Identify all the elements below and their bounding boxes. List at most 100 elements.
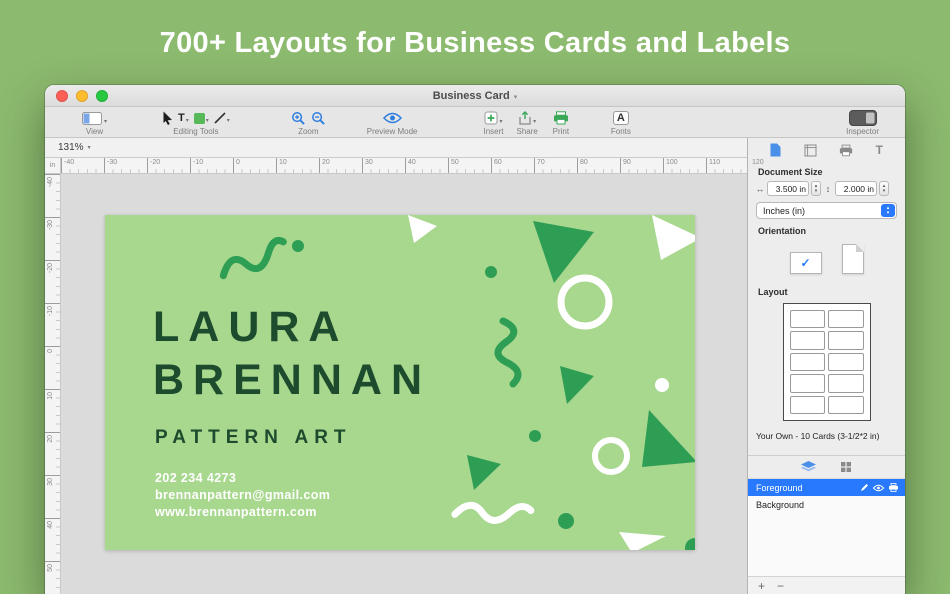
canvas[interactable]: LAURA BRENNAN PATTERN ART 202 234 4273 b… [61,174,747,594]
layer-name: Background [756,500,899,510]
margins-icon [804,144,817,157]
add-layer-button[interactable]: + [758,580,765,592]
zoom-bar: 131% ▾ [45,138,747,158]
card-tagline[interactable]: PATTERN ART [155,427,352,449]
vertical-ruler: -40-30-20-1001020304050 [45,174,61,594]
share-button[interactable]: ▾ [517,111,537,125]
layer-row-icons [860,483,899,492]
insert-button[interactable]: ▾ [483,111,503,125]
ruler-label: 0 [47,349,54,353]
toolbar-group-print: Print [552,110,570,136]
fullscreen-button[interactable] [96,90,108,102]
height-icon: ↕ [823,184,833,194]
print-button[interactable] [552,111,570,125]
edit-icon[interactable] [860,483,869,492]
height-field[interactable]: 2.000 in [835,181,877,196]
titlebar[interactable]: Business Card ▾ [45,85,905,107]
toolbar-group-zoom: Zoom [290,110,327,136]
orientation-portrait[interactable] [842,244,864,274]
layer-name: Foreground [756,483,860,493]
line-tool-icon [214,112,226,124]
chevron-down-icon: ▾ [533,119,536,125]
layers-list: Foreground Background [748,478,905,513]
layout-cell [790,353,826,371]
ruler-label: -10 [193,159,203,166]
ruler-label: -30 [47,220,54,230]
fonts-icon: A [613,111,629,125]
card-contact[interactable]: 202 234 4273 brennanpattern@gmail.com ww… [155,470,330,521]
width-icon: ↔ [755,184,765,194]
layer-row-background[interactable]: Background [748,496,905,513]
preview-mode-button[interactable] [382,112,403,124]
traffic-lights [56,90,108,102]
chevron-down-icon[interactable]: ▾ [88,145,91,151]
inspector-panel: T Document Size ↔ 3.500 in ▴▾ ↕ 2.000 in… [747,138,905,594]
toolbar-label-print: Print [553,127,569,136]
text-tool-button[interactable]: T ▾ [177,112,190,124]
orientation-landscape[interactable]: ✓ [790,252,822,274]
layout-cell [828,310,864,328]
window-title: Business Card [433,90,510,102]
tab-print[interactable] [839,144,853,157]
ruler-label: 90 [623,159,631,166]
width-field[interactable]: 3.500 in [767,181,809,196]
ruler-label: 50 [47,564,54,572]
tab-grid[interactable] [840,461,852,473]
visibility-icon[interactable] [873,484,884,492]
card-name[interactable]: LAURA BRENNAN [153,301,431,407]
orientation-row: ✓ [748,240,905,282]
ruler-label: -40 [47,177,54,187]
inspector-toggle-button[interactable] [848,110,878,126]
business-card[interactable]: LAURA BRENNAN PATTERN ART 202 234 4273 b… [105,215,695,550]
layout-cell [828,353,864,371]
layout-preview[interactable] [783,303,871,421]
select-tool-button[interactable] [161,111,174,125]
layout-label: Layout [748,282,905,301]
close-button[interactable] [56,90,68,102]
layout-cell [828,331,864,349]
layout-caption: Your Own - 10 Cards (3-1/2*2 in) [748,421,905,441]
toolbar-group-inspector: Inspector [846,110,879,136]
chevron-down-icon[interactable]: ▾ [514,94,518,101]
height-stepper[interactable]: ▴▾ [879,181,889,196]
layout-cell [790,374,826,392]
window-title-area: Business Card ▾ [45,90,905,102]
zoom-level[interactable]: 131% [58,142,84,153]
shape-tool-icon [194,113,205,124]
minimize-button[interactable] [76,90,88,102]
zoom-out-button[interactable] [310,111,327,125]
tab-document[interactable] [770,143,781,157]
card-name-line1: LAURA [153,301,431,354]
ruler-label: 30 [365,159,373,166]
line-tool-button[interactable]: ▾ [213,112,231,124]
tab-text[interactable]: T [876,143,883,157]
width-stepper[interactable]: ▴▾ [811,181,821,196]
cursor-icon [162,111,173,125]
view-button[interactable]: ▾ [81,112,108,125]
layout-cell [790,310,826,328]
shape-tool-button[interactable]: ▾ [193,113,210,124]
layout-grid [790,310,864,414]
card-email: brennanpattern@gmail.com [155,487,330,504]
printable-icon[interactable] [888,483,899,492]
card-website: www.brennanpattern.com [155,504,330,521]
zoom-in-button[interactable] [290,111,307,125]
layer-row-foreground[interactable]: Foreground [748,479,905,496]
tab-margins[interactable] [804,144,817,157]
ruler-label: -40 [64,159,74,166]
remove-layer-button[interactable]: − [777,580,784,592]
tab-layers[interactable] [801,461,816,473]
units-value: Inches (in) [763,206,805,216]
toolbar: ▾ View T ▾ ▾ [45,107,905,138]
toolbar-group-view: ▾ View [81,110,108,136]
document-size-row: ↔ 3.500 in ▴▾ ↕ 2.000 in ▴▾ [748,181,905,196]
toolbar-label-view: View [86,127,103,136]
units-select[interactable]: Inches (in) ▴▾ [756,202,897,219]
fonts-button[interactable]: A [612,111,630,125]
ruler-label: 40 [47,521,54,529]
chevron-down-icon: ▾ [104,119,107,125]
layout-cell [790,331,826,349]
card-name-line2: BRENNAN [153,354,431,407]
ruler-label: -20 [150,159,160,166]
toolbar-label-share: Share [517,127,538,136]
